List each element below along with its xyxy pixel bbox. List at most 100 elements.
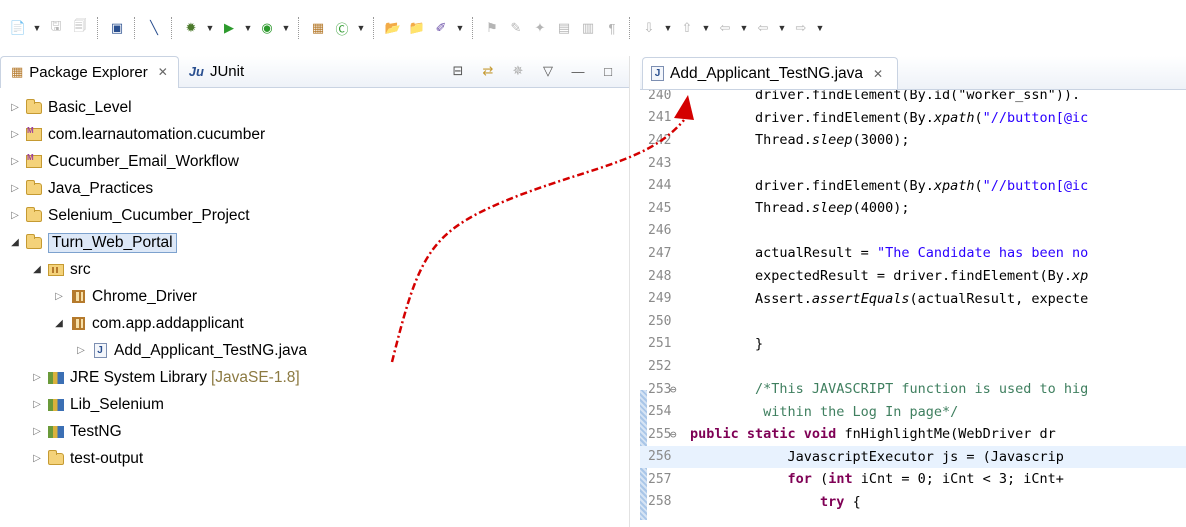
code-token: assertEquals: [811, 290, 910, 307]
line-number: 250: [648, 313, 672, 329]
run-dropdown-icon[interactable]: ▼: [243, 23, 253, 33]
next-annotation-icon[interactable]: ⇩: [639, 18, 659, 38]
collapse-arrow-icon[interactable]: ◢: [8, 237, 22, 248]
toolbar-separator: [373, 17, 379, 39]
code-token: (actualResult, expecte: [909, 290, 1089, 307]
code-editor: J Add_Applicant_TestNG.java ✕ 240 driver…: [640, 56, 1186, 527]
debug-dropdown-icon[interactable]: ▼: [205, 23, 215, 33]
line-number: 247: [648, 245, 672, 261]
focus-task-icon[interactable]: ✵: [509, 62, 527, 80]
expand-arrow-icon[interactable]: ▷: [52, 291, 66, 302]
expand-arrow-icon[interactable]: ▷: [30, 453, 44, 464]
tab-package-explorer[interactable]: ▦ Package Explorer ✕: [0, 55, 179, 88]
expand-arrow-icon[interactable]: ▷: [8, 156, 22, 167]
tab-label: Package Explorer: [29, 63, 148, 81]
show-whitespace-icon[interactable]: ¶: [602, 18, 622, 38]
tree-item[interactable]: ▷ Cucumber_Email_Workflow: [0, 148, 629, 175]
search-dropdown-icon[interactable]: ▼: [455, 23, 465, 33]
open-task-icon[interactable]: 📁: [407, 18, 427, 38]
tree-item[interactable]: ▷ Chrome_Driver: [0, 283, 629, 310]
code-line: 254 within the Log In page*/: [640, 400, 1186, 423]
tree-item-label: Java_Practices: [48, 179, 154, 197]
tab-junit[interactable]: Ju JUnit: [179, 56, 254, 88]
expand-arrow-icon[interactable]: ▷: [30, 399, 44, 410]
code-token: actualResult =: [690, 245, 877, 262]
minimize-icon[interactable]: —: [569, 62, 587, 80]
expand-arrow-icon[interactable]: ▷: [30, 372, 44, 383]
tree-item[interactable]: ◢ src: [0, 256, 629, 283]
toggle-mark-icon[interactable]: ✦: [530, 18, 550, 38]
new-dropdown-icon[interactable]: ▼: [32, 23, 42, 33]
maximize-icon[interactable]: □: [599, 62, 617, 80]
expand-arrow-icon[interactable]: ▷: [30, 426, 44, 437]
back-icon[interactable]: ⇦: [753, 18, 773, 38]
save-all-icon[interactable]: 🗐: [70, 18, 90, 38]
external-tools-icon[interactable]: ◉: [257, 18, 277, 38]
tree-item[interactable]: ▷ com.learnautomation.cucumber: [0, 121, 629, 148]
run-icon[interactable]: ▶: [219, 18, 239, 38]
collapse-arrow-icon[interactable]: ◢: [52, 318, 66, 329]
code-area[interactable]: 240 driver.findElement(By.id("worker_ssn…: [640, 90, 1186, 527]
code-token: xpath: [933, 177, 975, 194]
code-token: JavascriptExecutor js = (Javascrip: [690, 448, 1064, 465]
code-token: }: [690, 335, 764, 352]
tab-add-applicant-testng[interactable]: J Add_Applicant_TestNG.java ✕: [642, 57, 899, 89]
previous-annotation-icon[interactable]: ⇧: [677, 18, 697, 38]
link-with-editor-icon[interactable]: ⇄: [479, 62, 497, 80]
last-edit-icon[interactable]: ⇦: [715, 18, 735, 38]
tree-item[interactable]: ▷ Java_Practices: [0, 175, 629, 202]
tree-item[interactable]: ▷ J Add_Applicant_TestNG.java: [0, 337, 629, 364]
view-menu-icon[interactable]: ▽: [539, 62, 557, 80]
tree-item[interactable]: ▷ test-output: [0, 445, 629, 472]
code-token: xpath: [933, 109, 975, 126]
previous-annotation-dropdown-icon[interactable]: ▼: [701, 23, 711, 33]
view-tab-bar: ▦ Package Explorer ✕ Ju JUnit ⊟ ⇄ ✵ ▽ — …: [0, 55, 629, 88]
code-token: int: [828, 471, 853, 488]
tree-item[interactable]: ▷ JRE System Library [JavaSE-1.8]: [0, 364, 629, 391]
search-icon[interactable]: ✐: [431, 18, 451, 38]
forward-icon[interactable]: ⇨: [791, 18, 811, 38]
last-edit-dropdown-icon[interactable]: ▼: [739, 23, 749, 33]
tree-item[interactable]: ▷ Lib_Selenium: [0, 391, 629, 418]
next-annotation-dropdown-icon[interactable]: ▼: [663, 23, 673, 33]
breadcrumb-icon[interactable]: ▤: [554, 18, 574, 38]
new-package-icon[interactable]: ▦: [308, 18, 328, 38]
expand-arrow-icon[interactable]: ▷: [8, 183, 22, 194]
expand-arrow-icon[interactable]: ▷: [8, 129, 22, 140]
close-icon[interactable]: ✕: [158, 65, 168, 79]
new-icon[interactable]: 📄: [8, 18, 28, 38]
fold-toggle-icon[interactable]: ⊖: [670, 428, 677, 441]
new-class-icon[interactable]: Ⓒ: [332, 18, 352, 38]
code-token: driver.findElement(By.: [690, 109, 934, 126]
terminal-icon[interactable]: ▣: [107, 18, 127, 38]
pin-icon[interactable]: ⚑: [482, 18, 502, 38]
close-icon[interactable]: ✕: [873, 67, 883, 81]
skip-breakpoints-icon[interactable]: ╲: [144, 18, 164, 38]
fold-toggle-icon[interactable]: ⊖: [670, 383, 677, 396]
tree-item[interactable]: ▷ Basic_Level: [0, 94, 629, 121]
tree-item[interactable]: ◢ Turn_Web_Portal: [0, 229, 629, 256]
expand-arrow-icon[interactable]: ▷: [74, 345, 88, 356]
collapse-arrow-icon[interactable]: ◢: [30, 264, 44, 275]
back-dropdown-icon[interactable]: ▼: [777, 23, 787, 33]
expand-arrow-icon[interactable]: ▷: [8, 210, 22, 221]
tree-item-label: com.learnautomation.cucumber: [48, 125, 266, 143]
java-file-icon: J: [91, 343, 109, 359]
code-token: public static void: [690, 426, 845, 443]
new-class-dropdown-icon[interactable]: ▼: [356, 23, 366, 33]
tree-item[interactable]: ◢ com.app.addapplicant: [0, 310, 629, 337]
pen-icon[interactable]: ✎: [506, 18, 526, 38]
collapse-all-icon[interactable]: ⊟: [449, 62, 467, 80]
forward-dropdown-icon[interactable]: ▼: [815, 23, 825, 33]
debug-icon[interactable]: ✹: [181, 18, 201, 38]
save-icon[interactable]: 🖫: [46, 18, 66, 38]
external-tools-dropdown-icon[interactable]: ▼: [281, 23, 291, 33]
expand-arrow-icon[interactable]: ▷: [8, 102, 22, 113]
tree-item-label: src: [70, 260, 91, 278]
library-icon: [47, 370, 65, 386]
code-token: Assert.: [690, 290, 812, 307]
open-type-icon[interactable]: 📂: [383, 18, 403, 38]
block-selection-icon[interactable]: ▥: [578, 18, 598, 38]
tree-item[interactable]: ▷ TestNG: [0, 418, 629, 445]
tree-item[interactable]: ▷ Selenium_Cucumber_Project: [0, 202, 629, 229]
